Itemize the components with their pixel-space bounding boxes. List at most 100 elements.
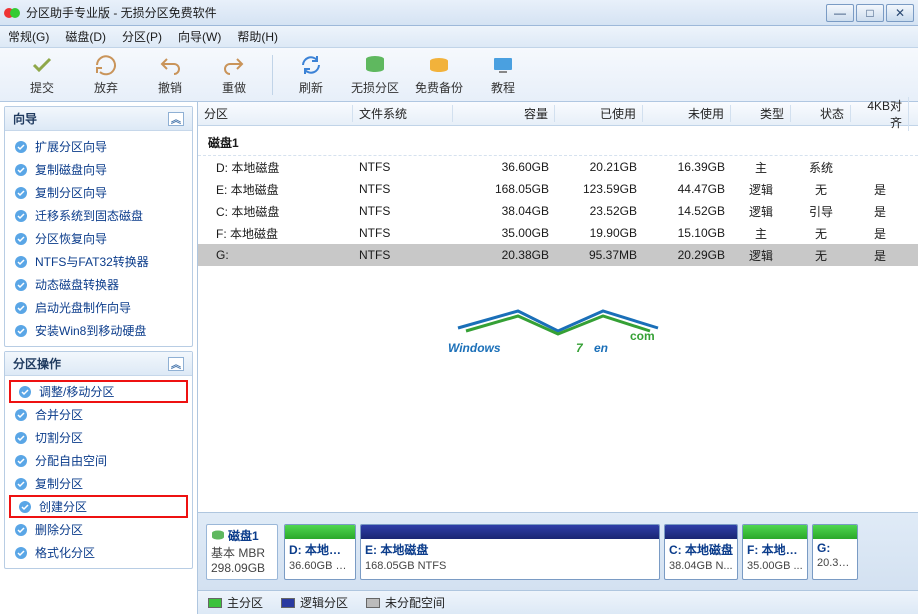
backup-icon <box>427 53 451 77</box>
sidebar-item-label: 复制分区向导 <box>35 184 107 201</box>
max-button[interactable]: □ <box>856 4 884 22</box>
table-row[interactable]: F: 本地磁盘NTFS35.00GB19.90GB15.10GB主无是 <box>198 222 918 244</box>
table-row[interactable]: G:NTFS20.38GB95.37MB20.29GB逻辑无是 <box>198 244 918 266</box>
ops-icon <box>13 522 29 538</box>
backup-button[interactable]: 免费备份 <box>407 53 471 96</box>
close-button[interactable]: ✕ <box>886 4 914 22</box>
ops-icon <box>17 384 33 400</box>
toolbar: 提交 放弃 撤销 重做 刷新 无损分区 免费备份 教程 <box>0 48 918 102</box>
col-status[interactable]: 状态 <box>791 105 851 122</box>
sidebar-item-label: 复制磁盘向导 <box>35 161 107 178</box>
wizard-item-7[interactable]: 启动光盘制作向导 <box>5 296 192 319</box>
legend-logical-swatch <box>281 598 295 608</box>
ops-icon <box>13 453 29 469</box>
disk-partition-1[interactable]: E: 本地磁盘168.05GB NTFS <box>360 524 660 580</box>
ops-icon <box>13 430 29 446</box>
wizard-icon <box>13 162 29 178</box>
table-row[interactable]: C: 本地磁盘NTFS38.04GB23.52GB14.52GB逻辑引导是 <box>198 200 918 222</box>
wizard-item-8[interactable]: 安装Win8到移动硬盘 <box>5 319 192 342</box>
ops-icon <box>13 545 29 561</box>
lossless-button[interactable]: 无损分区 <box>343 53 407 96</box>
wizard-item-2[interactable]: 复制分区向导 <box>5 181 192 204</box>
redo-icon <box>222 53 246 77</box>
collapse-icon[interactable]: ︽ <box>168 357 184 371</box>
table-row[interactable]: D: 本地磁盘NTFS36.60GB20.21GB16.39GB主系统 <box>198 156 918 178</box>
sidebar-item-label: 创建分区 <box>39 498 87 515</box>
window-title: 分区助手专业版 - 无损分区免费软件 <box>26 4 826 21</box>
disk-partition-3[interactable]: F: 本地磁...35.00GB ... <box>742 524 808 580</box>
svg-text:Windows: Windows <box>448 341 501 355</box>
ops-item-5[interactable]: 创建分区 <box>9 495 188 518</box>
disk-partition-0[interactable]: D: 本地磁盘36.60GB N... <box>284 524 356 580</box>
column-headers: 分区 文件系统 容量 已使用 未使用 类型 状态 4KB对齐 <box>198 102 918 126</box>
menu-general[interactable]: 常规(G) <box>8 28 49 45</box>
col-used[interactable]: 已使用 <box>555 105 643 122</box>
wizard-icon <box>13 277 29 293</box>
sidebar-item-label: 切割分区 <box>35 429 83 446</box>
wizard-icon <box>13 208 29 224</box>
undo-button[interactable]: 撤销 <box>138 53 202 96</box>
col-partition[interactable]: 分区 <box>198 105 353 122</box>
min-button[interactable]: — <box>826 4 854 22</box>
wizard-icon <box>13 254 29 270</box>
wizard-item-0[interactable]: 扩展分区向导 <box>5 135 192 158</box>
wizard-item-6[interactable]: 动态磁盘转换器 <box>5 273 192 296</box>
sidebar-item-label: 删除分区 <box>35 521 83 538</box>
disk-partition-2[interactable]: C: 本地磁盘38.04GB N... <box>664 524 738 580</box>
col-filesystem[interactable]: 文件系统 <box>353 105 453 122</box>
ops-item-1[interactable]: 合并分区 <box>5 403 192 426</box>
col-type[interactable]: 类型 <box>731 105 791 122</box>
refresh-button[interactable]: 刷新 <box>279 53 343 96</box>
wizard-item-1[interactable]: 复制磁盘向导 <box>5 158 192 181</box>
wizard-item-5[interactable]: NTFS与FAT32转换器 <box>5 250 192 273</box>
sidebar-item-label: 调整/移动分区 <box>39 383 114 400</box>
ops-icon <box>13 407 29 423</box>
toolbar-separator <box>272 55 273 95</box>
menubar: 常规(G) 磁盘(D) 分区(P) 向导(W) 帮助(H) <box>0 26 918 48</box>
col-free[interactable]: 未使用 <box>643 105 731 122</box>
sidebar-item-label: 启动光盘制作向导 <box>35 299 131 316</box>
menu-wizard[interactable]: 向导(W) <box>178 28 221 45</box>
menu-disk[interactable]: 磁盘(D) <box>65 28 106 45</box>
sidebar-item-label: 动态磁盘转换器 <box>35 276 119 293</box>
commit-button[interactable]: 提交 <box>10 53 74 96</box>
wizard-panel-title: 向导 <box>13 110 37 127</box>
partition-icon <box>363 53 387 77</box>
disk-partition-4[interactable]: G:20.38... <box>812 524 858 580</box>
sidebar: 向导 ︽ 扩展分区向导复制磁盘向导复制分区向导迁移系统到固态磁盘分区恢复向导 NT… <box>0 102 198 614</box>
sidebar-item-label: 安装Win8到移动硬盘 <box>35 322 146 339</box>
disk-header[interactable]: 磁盘1 <box>198 126 918 156</box>
watermark: Windows 7 en com <box>408 306 708 360</box>
wizard-item-4[interactable]: 分区恢复向导 <box>5 227 192 250</box>
discard-button[interactable]: 放弃 <box>74 53 138 96</box>
ops-panel: 分区操作 ︽ 调整/移动分区合并分区切割分区分配自由空间复制分区创建分区删除分区… <box>4 351 193 569</box>
ops-item-4[interactable]: 复制分区 <box>5 472 192 495</box>
app-icon <box>4 5 20 21</box>
ops-item-0[interactable]: 调整/移动分区 <box>9 380 188 403</box>
tutorial-button[interactable]: 教程 <box>471 53 535 96</box>
legend-unalloc-swatch <box>366 598 380 608</box>
discard-icon <box>94 53 118 77</box>
menu-help[interactable]: 帮助(H) <box>237 28 278 45</box>
col-capacity[interactable]: 容量 <box>453 105 555 122</box>
sidebar-item-label: 迁移系统到固态磁盘 <box>35 207 143 224</box>
titlebar: 分区助手专业版 - 无损分区免费软件 — □ ✕ <box>0 0 918 26</box>
wizard-icon <box>13 185 29 201</box>
sidebar-item-label: 分区恢复向导 <box>35 230 107 247</box>
sidebar-item-label: 合并分区 <box>35 406 83 423</box>
collapse-icon[interactable]: ︽ <box>168 112 184 126</box>
wizard-item-3[interactable]: 迁移系统到固态磁盘 <box>5 204 192 227</box>
ops-item-2[interactable]: 切割分区 <box>5 426 192 449</box>
legend-logical: 逻辑分区 <box>300 594 348 611</box>
table-row[interactable]: E: 本地磁盘NTFS168.05GB123.59GB44.47GB逻辑无是 <box>198 178 918 200</box>
menu-partition[interactable]: 分区(P) <box>122 28 162 45</box>
check-icon <box>30 53 54 77</box>
sidebar-item-label: 分配自由空间 <box>35 452 107 469</box>
disk-icon <box>211 529 225 541</box>
ops-item-6[interactable]: 删除分区 <box>5 518 192 541</box>
ops-item-7[interactable]: 格式化分区 <box>5 541 192 564</box>
ops-item-3[interactable]: 分配自由空间 <box>5 449 192 472</box>
undo-icon <box>158 53 182 77</box>
disk-info[interactable]: 磁盘1 基本 MBR 298.09GB <box>206 524 278 580</box>
redo-button[interactable]: 重做 <box>202 53 266 96</box>
